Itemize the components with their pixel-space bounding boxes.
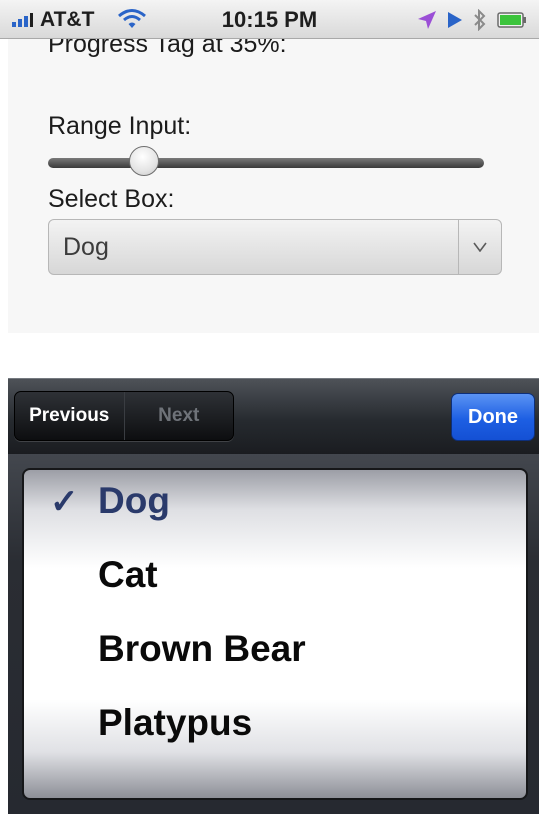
done-button[interactable]: Done <box>451 393 535 441</box>
select-label: Select Box: <box>48 185 175 213</box>
select-box[interactable]: Dog <box>48 219 502 275</box>
location-arrow-icon <box>417 10 437 35</box>
previous-button[interactable]: Previous <box>15 392 124 440</box>
phone-screen: AT&T 10:15 PM Progress Tag at 35%: Range… <box>0 0 539 814</box>
picker-option-dog[interactable]: Dog <box>98 480 170 522</box>
picker-wheel[interactable]: ✓ Dog Cat Brown Bear Platypus <box>22 468 528 800</box>
play-icon <box>447 11 463 34</box>
status-bar: AT&T 10:15 PM <box>0 0 539 39</box>
checkmark-icon: ✓ <box>50 483 79 521</box>
picker-option-platypus[interactable]: Platypus <box>98 702 252 744</box>
range-label: Range Input: <box>48 112 192 140</box>
picker-option-cat[interactable]: Cat <box>98 554 158 596</box>
next-button[interactable]: Next <box>123 392 234 440</box>
range-slider-thumb[interactable] <box>129 146 159 176</box>
select-box-value: Dog <box>63 233 109 261</box>
status-icons <box>417 8 527 36</box>
picker-option-brown-bear[interactable]: Brown Bear <box>98 628 306 670</box>
form-assistant-toolbar: Previous Next Done <box>8 378 539 455</box>
chevron-down-icon <box>458 220 501 274</box>
range-slider-track[interactable] <box>48 158 484 168</box>
battery-icon <box>497 12 527 33</box>
picker: ✓ Dog Cat Brown Bear Platypus <box>8 454 539 814</box>
previous-next-control: Previous Next <box>14 391 234 441</box>
web-form-area: Progress Tag at 35%: Range Input: Select… <box>8 30 539 333</box>
bluetooth-icon <box>473 8 487 36</box>
